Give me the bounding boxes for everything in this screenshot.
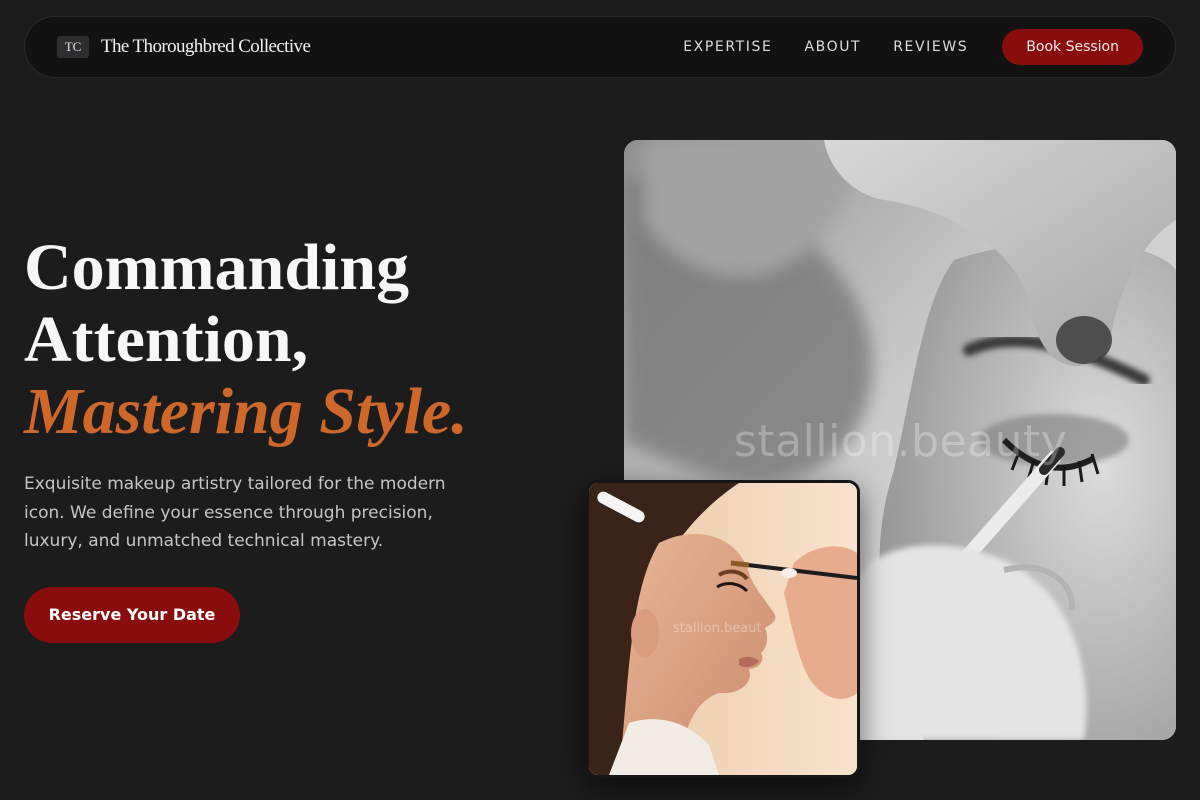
inset-photo-watermark: stallion.beaut [673, 621, 762, 636]
brand-name: The Thoroughbred Collective [101, 36, 311, 57]
nav-links: EXPERTISE ABOUT REVIEWS Book Session [683, 29, 1143, 65]
main-photo-watermark: stallion.beauty [734, 416, 1068, 467]
logo-mark: TC [57, 36, 89, 58]
hero-subtext: Exquisite makeup artistry tailored for t… [24, 474, 446, 551]
reserve-date-button[interactable]: Reserve Your Date [24, 586, 240, 643]
nav-link-expertise[interactable]: EXPERTISE [683, 39, 772, 55]
headline-line-1: Commanding [24, 231, 410, 304]
headline-line-2: Attention, [24, 303, 309, 376]
top-nav: TC The Thoroughbred Collective EXPERTISE… [24, 16, 1176, 78]
book-session-button[interactable]: Book Session [1002, 29, 1143, 65]
hero-section: Commanding Attention, Mastering Style. E… [24, 232, 564, 643]
nav-link-reviews[interactable]: REVIEWS [893, 39, 968, 55]
nav-link-about[interactable]: ABOUT [804, 39, 861, 55]
hero-headline: Commanding Attention, Mastering Style. [24, 232, 564, 448]
headline-accent: Mastering Style. [24, 375, 468, 448]
brand-logo[interactable]: TC The Thoroughbred Collective [57, 36, 311, 58]
inset-photo: stallion.beaut [586, 480, 860, 778]
